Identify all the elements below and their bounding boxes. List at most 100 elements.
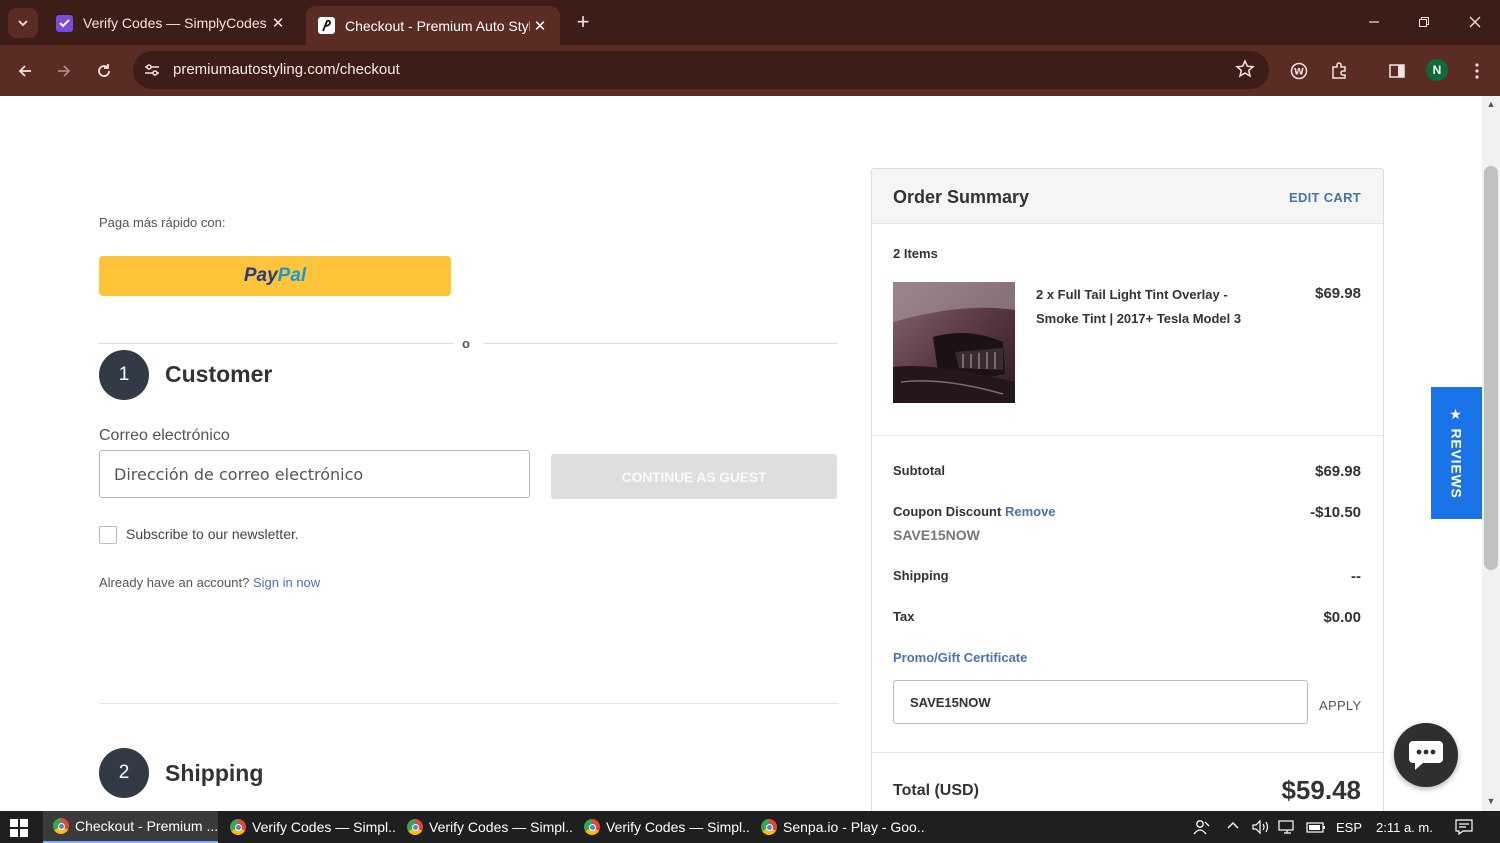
total-label: Total (USD) <box>893 782 979 799</box>
section-divider <box>99 703 838 704</box>
taskbar-item-checkout[interactable]: Checkout - Premium ... <box>43 811 218 843</box>
restore-icon <box>1419 17 1429 27</box>
summary-divider <box>872 752 1383 753</box>
tab-title: Checkout - Premium Auto Styling <box>345 17 530 34</box>
chevron-up-icon[interactable] <box>1226 819 1240 836</box>
arrow-right-icon <box>58 65 71 77</box>
taskbar-item-senpa[interactable]: Senpa.io - Play - Goo... <box>751 811 926 843</box>
notifications-icon[interactable] <box>1455 819 1473 838</box>
taskbar-item-label: Checkout - Premium ... <box>75 818 218 834</box>
divider-left <box>99 343 453 344</box>
coupon-discount-row: Coupon Discount Remove <box>893 504 1056 519</box>
close-tab-icon[interactable]: ✕ <box>530 17 550 35</box>
back-button[interactable] <box>11 57 39 85</box>
extensions-puzzle-icon[interactable] <box>1326 58 1352 84</box>
close-tab-icon[interactable]: ✕ <box>268 14 288 32</box>
order-summary-title: Order Summary <box>893 187 1030 207</box>
forward-button[interactable] <box>50 57 78 85</box>
account-prompt-text: Already have an account? <box>99 575 250 590</box>
browser-tab-simplycodes[interactable]: Verify Codes — SimplyCodes ✕ <box>44 6 298 40</box>
chevron-down-icon <box>18 20 28 27</box>
tab-search-button[interactable] <box>8 8 38 38</box>
promo-gift-certificate-link[interactable]: Promo/Gift Certificate <box>893 650 1027 665</box>
items-count: 2 Items <box>893 246 938 261</box>
sign-in-link[interactable]: Sign in now <box>253 575 320 590</box>
tax-label: Tax <box>893 609 915 624</box>
or-separator: o <box>462 336 470 351</box>
close-window-button[interactable] <box>1460 10 1490 34</box>
scrollbar-thumb[interactable] <box>1484 166 1498 570</box>
minimize-icon <box>1369 21 1379 23</box>
windows-start-icon[interactable] <box>10 819 28 842</box>
chat-widget-button[interactable] <box>1394 723 1458 787</box>
browser-toolbar: premiumautostyling.com/checkout W N <box>0 45 1500 96</box>
shipping-value: -- <box>1351 568 1361 585</box>
paypal-button[interactable]: Pay Pal <box>99 256 451 296</box>
reviews-widget-tab[interactable]: ★ REVIEWS <box>1431 387 1482 519</box>
minimize-button[interactable] <box>1359 10 1389 34</box>
paypal-logo-pay: Pay <box>243 265 278 286</box>
taskbar-item-label: Verify Codes — Simpl... <box>606 819 749 835</box>
account-prompt: Already have an account? Sign in now <box>99 575 320 590</box>
continue-as-guest-button[interactable]: CONTINUE AS GUEST <box>551 454 837 499</box>
taskbar-item-label: Verify Codes — Simpl... <box>252 819 395 835</box>
chrome-icon <box>53 818 69 834</box>
system-clock[interactable]: 2:11 a. m. <box>1376 820 1433 835</box>
battery-icon[interactable] <box>1305 819 1327 838</box>
scroll-up-arrow[interactable]: ▲ <box>1486 99 1496 109</box>
site-settings-icon[interactable] <box>143 61 161 84</box>
customer-heading: Customer <box>165 361 273 387</box>
simplycodes-icon <box>56 14 73 32</box>
volume-icon[interactable] <box>1251 819 1271 838</box>
promo-code-input[interactable] <box>893 680 1308 724</box>
total-value: $59.48 <box>1281 775 1361 805</box>
newsletter-checkbox[interactable] <box>99 526 117 544</box>
restore-button[interactable] <box>1409 10 1439 34</box>
chrome-icon <box>584 819 600 835</box>
fast-pay-label: Paga más rápido con: <box>99 215 226 230</box>
shipping-label: Shipping <box>893 568 949 583</box>
coupon-discount-value: -$10.50 <box>1310 504 1361 521</box>
language-indicator[interactable]: ESP <box>1336 820 1362 835</box>
side-panel-icon[interactable] <box>1384 58 1410 84</box>
windows-taskbar: Checkout - Premium ... Verify Codes — Si… <box>0 811 1500 843</box>
email-field[interactable] <box>99 450 530 498</box>
chrome-icon <box>761 819 777 835</box>
new-tab-button[interactable]: + <box>570 10 596 36</box>
coupon-discount-label: Coupon Discount <box>893 504 1002 519</box>
product-name[interactable]: 2 x Full Tail Light Tint Overlay - Smoke… <box>1036 283 1261 331</box>
step-number-customer: 1 <box>99 350 149 400</box>
product-image <box>893 282 1015 403</box>
divider-right <box>484 343 838 344</box>
paypal-logo-pal: Pal <box>277 265 307 286</box>
close-icon <box>1469 16 1481 28</box>
email-label: Correo electrónico <box>99 427 230 444</box>
apply-promo-button[interactable]: APPLY <box>1319 698 1361 713</box>
people-icon[interactable] <box>1193 819 1211 838</box>
newsletter-label: Subscribe to our newsletter. <box>126 526 299 542</box>
order-summary-header: Order Summary EDIT CART <box>872 169 1383 224</box>
network-icon[interactable] <box>1278 819 1298 838</box>
menu-kebab-icon[interactable] <box>1464 58 1490 84</box>
edit-cart-link[interactable]: EDIT CART <box>1289 190 1361 205</box>
product-price: $69.98 <box>1315 285 1361 302</box>
subtotal-label: Subtotal <box>893 463 945 478</box>
coupon-code: SAVE15NOW <box>893 527 980 543</box>
browser-tab-checkout[interactable]: Checkout - Premium Auto Styling ✕ <box>306 6 560 45</box>
chrome-icon <box>230 819 246 835</box>
reload-icon <box>98 64 110 77</box>
bookmark-star-icon[interactable] <box>1235 59 1255 84</box>
scroll-down-arrow[interactable]: ▼ <box>1486 796 1496 806</box>
wordpress-extension-icon[interactable]: W <box>1286 58 1312 84</box>
browser-tab-bar: Verify Codes — SimplyCodes ✕ Checkout - … <box>0 0 1500 45</box>
taskbar-item-verify-codes[interactable]: Verify Codes — Simpl... <box>220 811 395 843</box>
profile-avatar[interactable]: N <box>1426 59 1448 81</box>
taskbar-item-verify-codes[interactable]: Verify Codes — Simpl... <box>574 811 749 843</box>
reload-button[interactable] <box>90 57 118 85</box>
remove-coupon-link[interactable]: Remove <box>1005 504 1056 519</box>
address-bar[interactable]: premiumautostyling.com/checkout <box>133 51 1269 89</box>
summary-divider <box>872 435 1383 436</box>
taskbar-item-verify-codes[interactable]: Verify Codes — Simpl... <box>397 811 572 843</box>
tax-value: $0.00 <box>1323 609 1361 626</box>
reviews-tab-label: ★ REVIEWS <box>1448 407 1465 499</box>
